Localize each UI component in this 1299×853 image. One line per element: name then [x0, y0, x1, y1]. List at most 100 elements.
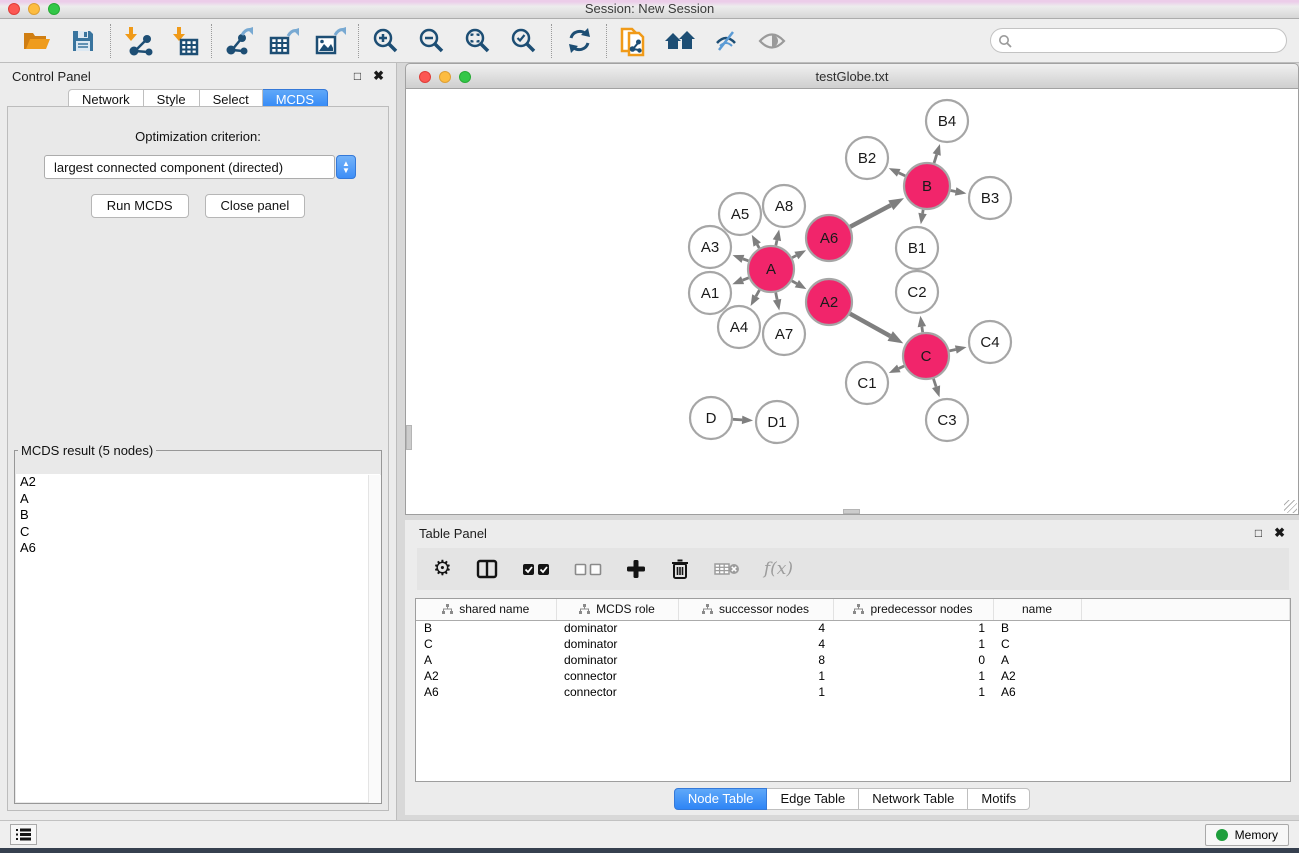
close-window-button[interactable] — [8, 3, 20, 15]
zoom-in-button[interactable] — [369, 25, 403, 57]
node-B[interactable]: B — [904, 163, 950, 209]
edge-C-C3[interactable] — [933, 379, 936, 387]
node-A[interactable]: A — [748, 246, 794, 292]
mcds-result-item[interactable]: A6 — [16, 540, 380, 557]
column-header-predecessor-nodes[interactable]: predecessor nodes — [833, 599, 993, 620]
close-table-panel-icon[interactable]: ✖ — [1274, 527, 1285, 539]
horizontal-scrollbar-thumb[interactable] — [843, 509, 860, 514]
table-options-button[interactable]: ⚙ — [433, 559, 452, 579]
node-A8[interactable]: A8 — [763, 185, 805, 227]
column-header-mcds-role[interactable]: MCDS role — [556, 599, 678, 620]
edge-A-A7[interactable] — [776, 293, 777, 300]
node-D1[interactable]: D1 — [756, 401, 798, 443]
select-all-columns-button[interactable] — [522, 563, 550, 576]
run-mcds-button[interactable]: Run MCDS — [91, 194, 189, 218]
node-C2[interactable]: C2 — [896, 271, 938, 313]
float-panel-icon[interactable]: □ — [354, 70, 361, 82]
show-columns-button[interactable] — [476, 559, 498, 579]
network-window-titlebar[interactable]: testGlobe.txt — [405, 63, 1299, 89]
node-B1[interactable]: B1 — [896, 227, 938, 269]
table-row[interactable]: A2connector11A2 — [416, 668, 1290, 684]
mcds-result-item[interactable]: A2 — [16, 474, 380, 491]
save-session-button[interactable] — [66, 25, 100, 57]
zoom-fit-button[interactable] — [461, 25, 495, 57]
edge-D-D1[interactable] — [733, 419, 742, 420]
select-stepper-icon[interactable]: ▲▼ — [336, 155, 356, 179]
search-field[interactable] — [990, 28, 1287, 53]
result-scrollbar[interactable] — [368, 475, 381, 803]
edge-A-A1[interactable] — [743, 278, 749, 280]
close-panel-icon[interactable]: ✖ — [373, 70, 384, 82]
show-eye-button[interactable] — [755, 25, 789, 57]
node-A1[interactable]: A1 — [689, 272, 731, 314]
export-image-button[interactable] — [314, 25, 348, 57]
zoom-out-button[interactable] — [415, 25, 449, 57]
node-C4[interactable]: C4 — [969, 321, 1011, 363]
edge-A-A5[interactable] — [757, 244, 759, 248]
add-column-button[interactable] — [626, 559, 646, 579]
zoom-selected-button[interactable] — [507, 25, 541, 57]
edge-B-B3[interactable] — [951, 190, 956, 191]
edge-A-A2[interactable] — [792, 281, 797, 284]
node-A4[interactable]: A4 — [718, 306, 760, 348]
edge-C-C1[interactable] — [899, 366, 904, 368]
delete-column-button[interactable] — [670, 558, 690, 580]
edge-A-A8[interactable] — [776, 240, 777, 245]
function-builder-button[interactable]: f(x) — [764, 559, 793, 579]
network-canvas[interactable]: B4B2BB3A8A5A6B1A3AC2A1A2A4A7C4CC1C3DD1 — [405, 89, 1299, 515]
edge-A6-B[interactable] — [850, 205, 891, 227]
table-row[interactable]: Cdominator41C — [416, 636, 1290, 652]
node-B2[interactable]: B2 — [846, 137, 888, 179]
delete-table-button[interactable] — [714, 561, 740, 577]
zoom-window-button[interactable] — [48, 3, 60, 15]
export-network-button[interactable] — [222, 25, 256, 57]
table-row[interactable]: A6connector11A6 — [416, 684, 1290, 700]
memory-button[interactable]: Memory — [1205, 824, 1289, 846]
mcds-result-item[interactable]: A — [16, 491, 380, 508]
unselect-all-columns-button[interactable] — [574, 563, 602, 576]
resize-grip[interactable] — [1284, 500, 1297, 513]
edge-B-B4[interactable] — [934, 154, 937, 163]
network-minimize-button[interactable] — [439, 71, 451, 83]
criterion-select[interactable]: largest connected component (directed) — [44, 155, 335, 179]
import-network-button[interactable] — [121, 25, 155, 57]
network-zoom-button[interactable] — [459, 71, 471, 83]
node-B3[interactable]: B3 — [969, 177, 1011, 219]
table-row[interactable]: Bdominator41B — [416, 620, 1290, 636]
node-C1[interactable]: C1 — [846, 362, 888, 404]
network-graph[interactable]: B4B2BB3A8A5A6B1A3AC2A1A2A4A7C4CC1C3DD1 — [406, 89, 1298, 514]
column-header-successor-nodes[interactable]: successor nodes — [678, 599, 833, 620]
node-A6[interactable]: A6 — [806, 215, 852, 261]
column-header-shared-name[interactable]: shared name — [416, 599, 556, 620]
node-C3[interactable]: C3 — [926, 399, 968, 441]
node-A5[interactable]: A5 — [719, 193, 761, 235]
mcds-result-item[interactable]: B — [16, 507, 380, 524]
edge-A-A6[interactable] — [792, 255, 796, 257]
column-header-name[interactable]: name — [993, 599, 1081, 620]
edge-B-B2[interactable] — [899, 173, 906, 176]
node-A2[interactable]: A2 — [806, 279, 852, 325]
node-C[interactable]: C — [903, 333, 949, 379]
export-table-button[interactable] — [268, 25, 302, 57]
edge-A-A3[interactable] — [743, 259, 748, 261]
tab-edge-table[interactable]: Edge Table — [767, 788, 859, 810]
edge-B-B1[interactable] — [923, 210, 924, 214]
import-table-button[interactable] — [167, 25, 201, 57]
edge-A2-C[interactable] — [850, 314, 890, 336]
open-file-button[interactable] — [20, 25, 54, 57]
edge-C-C4[interactable] — [949, 349, 955, 350]
edge-A-A4[interactable] — [756, 290, 759, 296]
tab-node-table[interactable]: Node Table — [674, 788, 768, 810]
hide-panels-button[interactable] — [709, 25, 743, 57]
node-A3[interactable]: A3 — [689, 226, 731, 268]
tab-motifs[interactable]: Motifs — [968, 788, 1030, 810]
search-input[interactable] — [1012, 32, 1279, 49]
edge-C-C2[interactable] — [922, 327, 923, 333]
node-B4[interactable]: B4 — [926, 100, 968, 142]
tab-network-table[interactable]: Network Table — [859, 788, 968, 810]
vertical-scrollbar-thumb[interactable] — [406, 425, 412, 450]
duplicate-network-button[interactable] — [617, 25, 651, 57]
table-row[interactable]: Adominator80A — [416, 652, 1290, 668]
node-D[interactable]: D — [690, 397, 732, 439]
refresh-layout-button[interactable] — [562, 25, 596, 57]
